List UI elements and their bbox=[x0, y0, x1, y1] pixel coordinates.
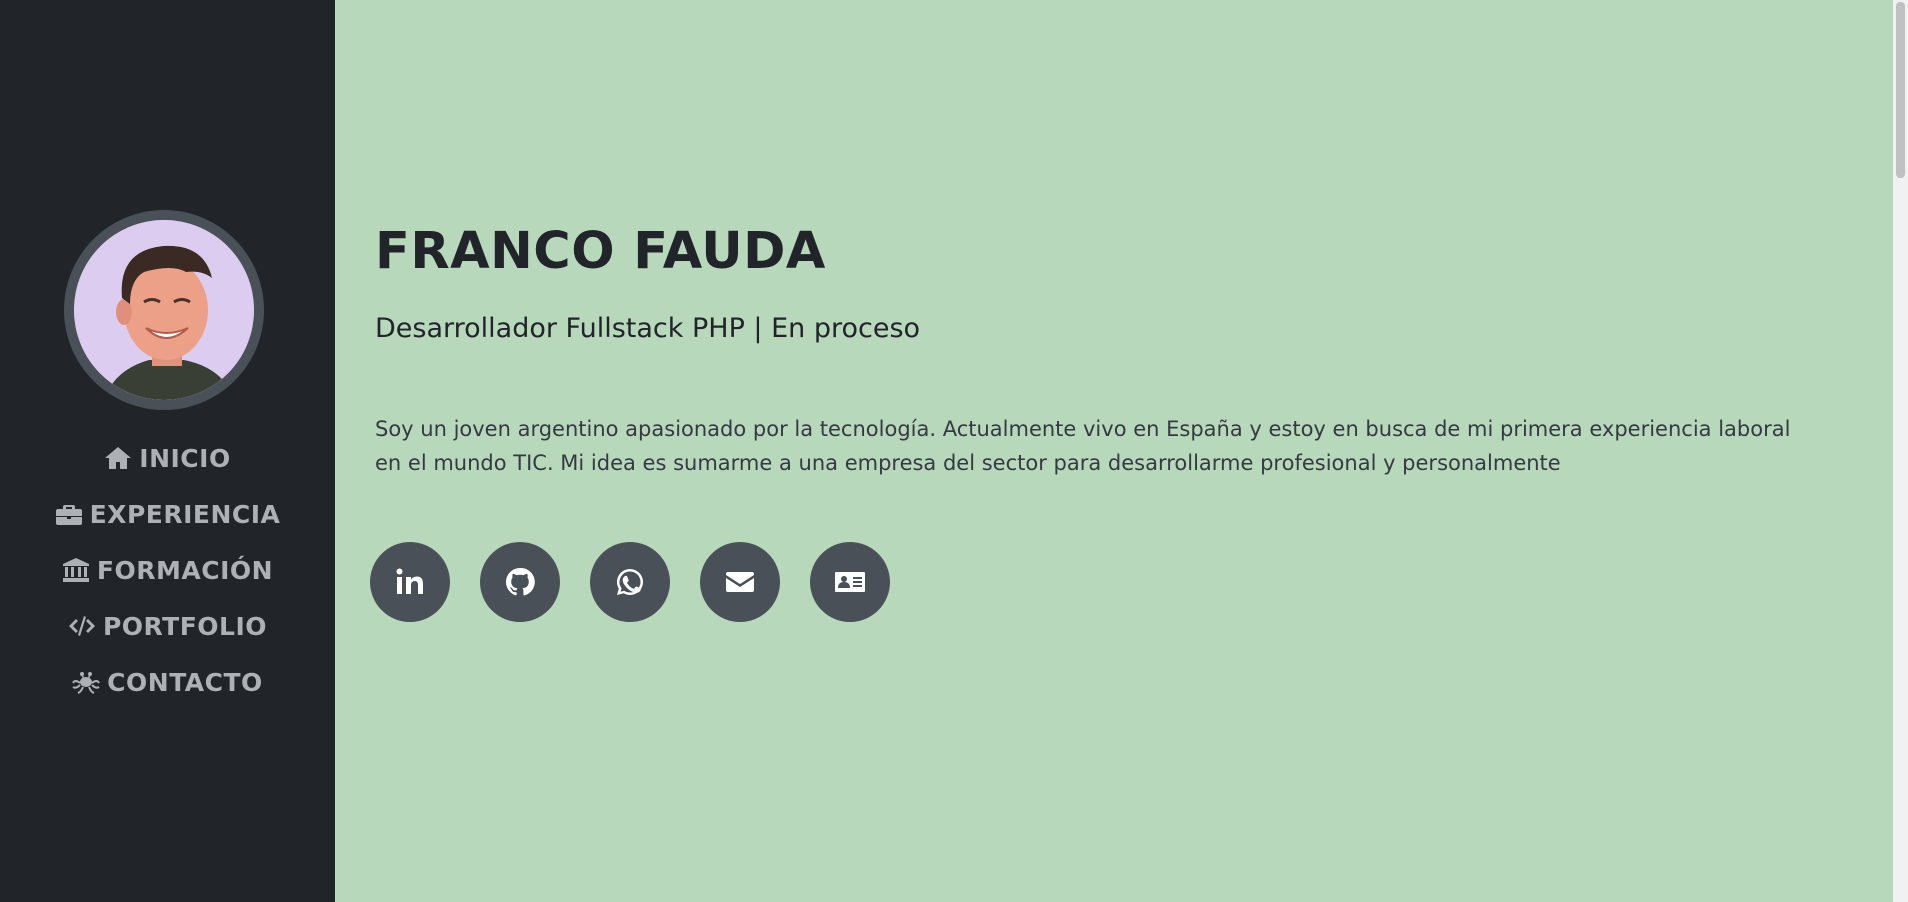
avatar-photo bbox=[74, 220, 254, 400]
email-button[interactable] bbox=[700, 542, 780, 622]
whatsapp-button[interactable] bbox=[590, 542, 670, 622]
page-scrollbar[interactable] bbox=[1893, 0, 1908, 902]
nav-item-formacion[interactable]: FORMACIÓN bbox=[0, 542, 335, 598]
sidebar-nav: INICIO EXPERIENCIA FORMACIÓN PORTFOLIO C… bbox=[0, 430, 335, 710]
social-links bbox=[370, 542, 920, 622]
subtitle: Desarrollador Fullstack PHP | En proceso bbox=[375, 313, 921, 344]
sidebar: INICIO EXPERIENCIA FORMACIÓN PORTFOLIO C… bbox=[0, 0, 335, 902]
linkedin-icon bbox=[396, 568, 423, 594]
nav-item-label: CONTACTO bbox=[107, 667, 263, 697]
avatar bbox=[64, 210, 264, 410]
contact-card-button[interactable] bbox=[810, 542, 890, 622]
scrollbar-thumb[interactable] bbox=[1896, 2, 1905, 178]
bio-text: Soy un joven argentino apasionado por la… bbox=[375, 417, 1791, 475]
nav-item-contacto[interactable]: CONTACTO bbox=[0, 654, 335, 710]
linkedin-button[interactable] bbox=[370, 542, 450, 622]
page-title: FRANCO FAUDA bbox=[375, 222, 826, 281]
home-icon bbox=[105, 447, 132, 469]
code-icon bbox=[68, 616, 95, 636]
main-content: FRANCO FAUDA Desarrollador Fullstack PHP… bbox=[335, 0, 1893, 902]
envelope-icon bbox=[726, 572, 754, 592]
nav-item-label: EXPERIENCIA bbox=[89, 499, 281, 529]
github-icon bbox=[505, 567, 535, 596]
nav-item-inicio[interactable]: INICIO bbox=[0, 430, 335, 486]
nav-item-label: FORMACIÓN bbox=[96, 555, 274, 585]
id-card-icon bbox=[835, 572, 865, 592]
nav-item-label: PORTFOLIO bbox=[102, 611, 268, 641]
spaghetti-monster-icon bbox=[72, 672, 101, 694]
nav-item-portfolio[interactable]: PORTFOLIO bbox=[0, 598, 335, 654]
university-icon bbox=[62, 558, 89, 582]
github-button[interactable] bbox=[480, 542, 560, 622]
briefcase-icon bbox=[55, 505, 82, 525]
nav-item-label: INICIO bbox=[139, 443, 231, 473]
whatsapp-icon bbox=[617, 569, 644, 595]
nav-item-experiencia[interactable]: EXPERIENCIA bbox=[0, 486, 335, 542]
